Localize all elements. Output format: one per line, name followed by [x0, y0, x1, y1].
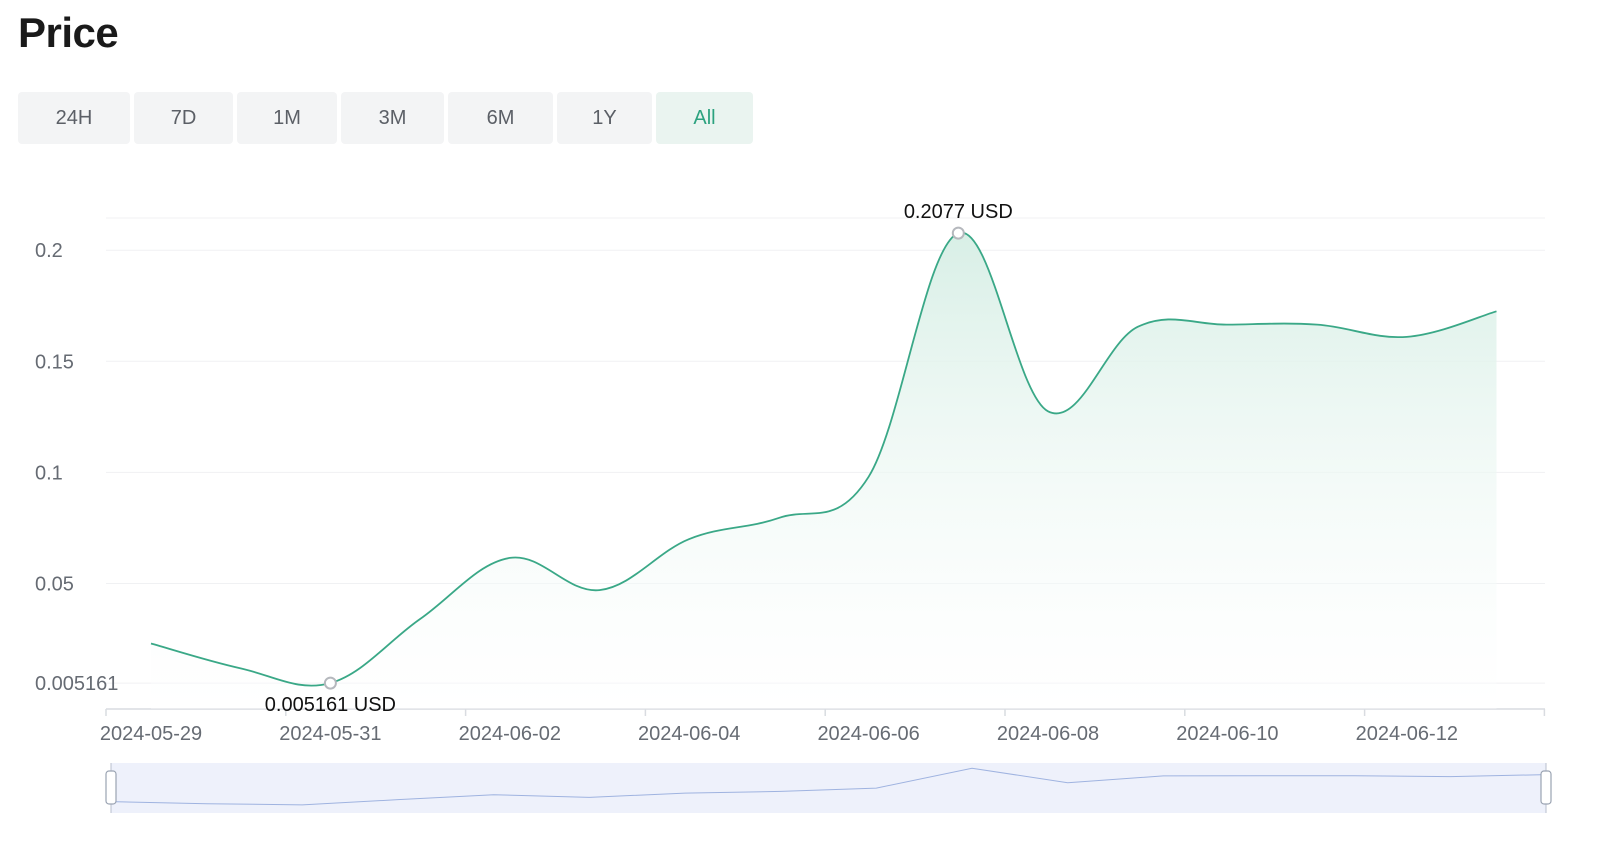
min-marker [323, 676, 337, 690]
y-tick-label: 0.005161 [35, 673, 118, 695]
y-tick-label: 0.1 [35, 462, 63, 484]
tab-1m[interactable]: 1M [237, 92, 337, 144]
tab-1y[interactable]: 1Y [557, 92, 652, 144]
x-tick-label: 2024-06-04 [638, 723, 740, 745]
price-area [151, 232, 1497, 710]
tab-24h[interactable]: 24H [18, 92, 130, 144]
zoom-window[interactable] [111, 763, 1546, 813]
tab-all[interactable]: All [656, 92, 753, 144]
x-tick-label: 2024-06-02 [459, 723, 561, 745]
tab-3m[interactable]: 3M [341, 92, 444, 144]
y-axis: 0.005161 0.05 0.1 0.15 0.2 [35, 240, 118, 695]
y-tick-label: 0.15 [35, 351, 74, 373]
x-tick-label: 2024-05-29 [100, 723, 202, 745]
page-title: Price [18, 9, 119, 56]
max-label: 0.2077 USD [904, 201, 1013, 223]
zoom-slider[interactable] [105, 763, 1552, 813]
x-tick-label: 2024-06-06 [817, 723, 919, 745]
x-tick-label: 2024-06-12 [1356, 723, 1458, 745]
price-chart: 0.005161 0.05 0.1 0.15 0.2 2024-05-29 2024-05… [35, 201, 1552, 813]
x-tick-label: 2024-05-31 [279, 723, 381, 745]
y-tick-label: 0.05 [35, 573, 74, 595]
zoom-handle-right[interactable] [1540, 770, 1552, 805]
zoom-handle-left[interactable] [105, 770, 117, 805]
tab-6m[interactable]: 6M [448, 92, 553, 144]
x-tick-label: 2024-06-10 [1176, 723, 1278, 745]
x-tick-label: 2024-06-08 [997, 723, 1099, 745]
y-tick-label: 0.2 [35, 240, 63, 262]
max-marker [951, 226, 965, 240]
min-label: 0.005161 USD [265, 694, 396, 716]
tab-7d[interactable]: 7D [134, 92, 233, 144]
